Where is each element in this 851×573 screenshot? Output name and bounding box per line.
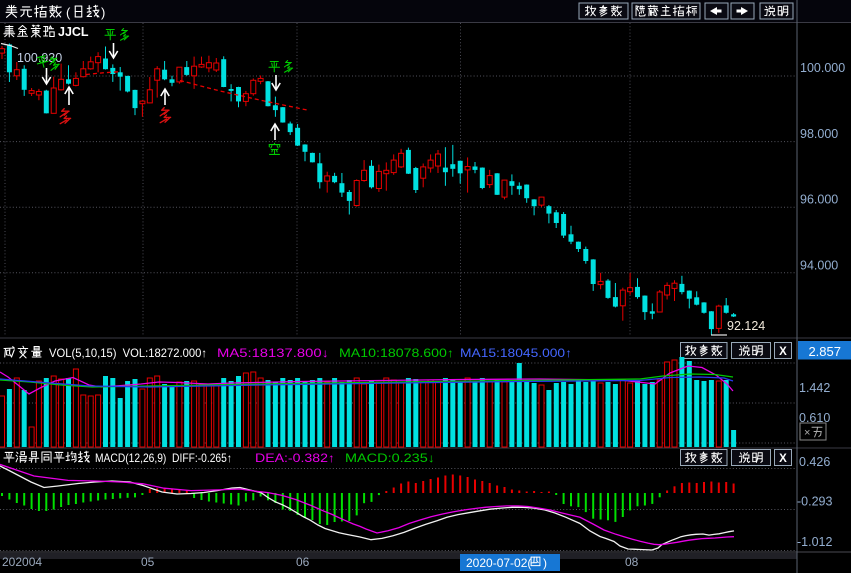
- svg-text:×: ×: [804, 427, 810, 439]
- svg-text:08: 08: [625, 555, 639, 569]
- svg-text:05: 05: [141, 555, 155, 569]
- svg-text:VOL(5,10,15) VOL:18272.000↑: VOL(5,10,15) VOL:18272.000↑: [49, 346, 207, 360]
- svg-text:): ): [543, 556, 547, 570]
- svg-text:MA5:18137.800↓: MA5:18137.800↓: [217, 346, 329, 360]
- svg-text:(: (: [66, 5, 71, 20]
- svg-text:96.000: 96.000: [800, 193, 838, 207]
- svg-text:MA10:18078.600↑: MA10:18078.600↑: [339, 346, 454, 360]
- svg-text:0.426: 0.426: [799, 455, 830, 469]
- svg-text:DEA:-0.382↑: DEA:-0.382↑: [255, 451, 335, 465]
- svg-text:2.857: 2.857: [808, 344, 841, 359]
- svg-text:MACD:0.235↓: MACD:0.235↓: [345, 451, 435, 465]
- svg-text:202004: 202004: [2, 555, 42, 569]
- svg-text:MACD(12,26,9) DIFF:-0.265↑: MACD(12,26,9) DIFF:-0.265↑: [95, 451, 232, 465]
- svg-text:-1.012: -1.012: [797, 535, 832, 549]
- svg-text:94.000: 94.000: [800, 259, 838, 273]
- svg-text:MA15:18045.000↑: MA15:18045.000↑: [460, 346, 572, 360]
- svg-text:100.000: 100.000: [800, 61, 845, 75]
- svg-text:98.000: 98.000: [800, 127, 838, 141]
- svg-text:-0.293: -0.293: [797, 495, 832, 509]
- svg-text:2020-07-02(: 2020-07-02(: [466, 556, 531, 570]
- svg-text:06: 06: [296, 555, 310, 569]
- svg-text:X: X: [779, 453, 787, 465]
- svg-text:92.124: 92.124: [727, 319, 765, 333]
- svg-text:): ): [101, 5, 105, 20]
- svg-text:1.442: 1.442: [799, 381, 830, 395]
- svg-text:X: X: [779, 346, 787, 358]
- svg-text:JJCL: JJCL: [58, 25, 89, 39]
